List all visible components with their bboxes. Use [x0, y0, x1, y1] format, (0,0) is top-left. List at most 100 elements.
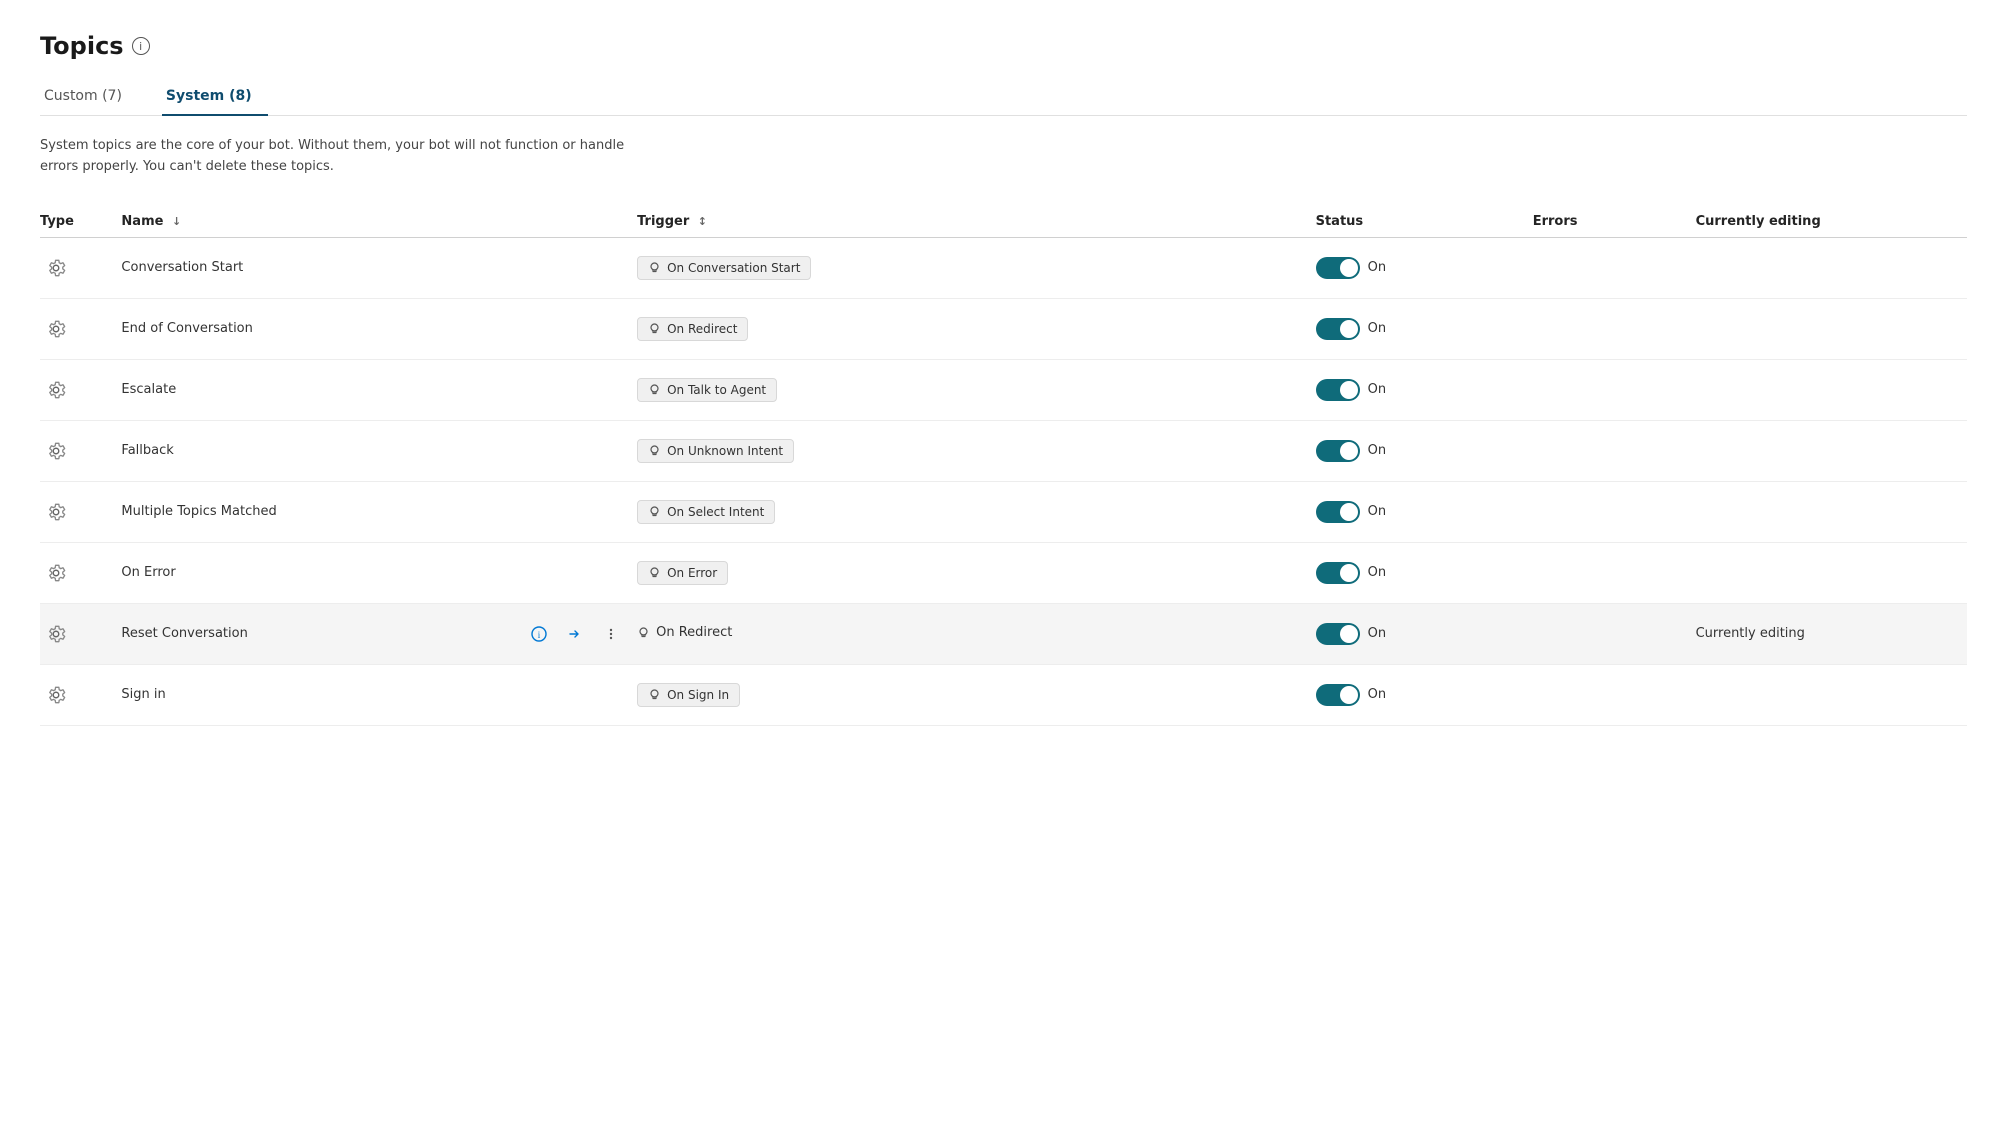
cell-errors: [1533, 237, 1696, 298]
trigger-badge: On Sign In: [637, 683, 740, 707]
status-toggle[interactable]: [1316, 684, 1360, 706]
cell-type: [40, 237, 121, 298]
status-toggle[interactable]: [1316, 623, 1360, 645]
page-title: Topics: [40, 32, 124, 60]
topic-name: Conversation Start: [121, 260, 625, 275]
topic-type-icon: [40, 496, 72, 528]
tab-bar: Custom (7) System (8): [40, 80, 1967, 116]
trigger-plain: On Redirect: [637, 625, 732, 640]
cell-currently-editing: Currently editing: [1696, 603, 1967, 664]
cell-type: [40, 420, 121, 481]
trigger-label: On Talk to Agent: [667, 383, 766, 397]
col-header-type: Type: [40, 206, 121, 238]
status-toggle[interactable]: [1316, 379, 1360, 401]
status-toggle-wrap: On: [1316, 440, 1521, 462]
status-label: On: [1368, 687, 1386, 702]
status-toggle[interactable]: [1316, 257, 1360, 279]
cell-name: Sign in: [121, 664, 637, 725]
trigger-label: On Error: [667, 566, 717, 580]
tab-system[interactable]: System (8): [162, 80, 268, 116]
status-toggle-wrap: On: [1316, 501, 1521, 523]
trigger-bulb-icon: [648, 383, 661, 396]
cell-errors: [1533, 603, 1696, 664]
topic-name: Fallback: [121, 443, 625, 458]
status-label: On: [1368, 443, 1386, 458]
cell-type: [40, 664, 121, 725]
cell-status: On: [1316, 359, 1533, 420]
topic-type-icon: [40, 252, 72, 284]
table-row: Conversation Start On Conversation Start…: [40, 237, 1967, 298]
cell-trigger: On Redirect: [637, 298, 1316, 359]
svg-text:i: i: [538, 630, 541, 640]
cell-errors: [1533, 359, 1696, 420]
trigger-bulb-icon: [648, 688, 661, 701]
trigger-badge: On Talk to Agent: [637, 378, 777, 402]
table-row: Fallback On Unknown Intent On: [40, 420, 1967, 481]
status-toggle[interactable]: [1316, 562, 1360, 584]
table-row: Reset Conversation i On Redirect On Curr…: [40, 603, 1967, 664]
status-toggle[interactable]: [1316, 501, 1360, 523]
status-toggle-wrap: On: [1316, 257, 1521, 279]
trigger-sort-icon: ↕: [698, 215, 707, 228]
topic-type-icon: [40, 557, 72, 589]
cell-trigger: On Error: [637, 542, 1316, 603]
status-toggle[interactable]: [1316, 440, 1360, 462]
trigger-badge: On Conversation Start: [637, 256, 811, 280]
table-row: Multiple Topics Matched On Select Intent…: [40, 481, 1967, 542]
col-header-name[interactable]: Name ↓: [121, 206, 637, 238]
trigger-bulb-icon: [648, 322, 661, 335]
topics-table: Type Name ↓ Trigger ↕ Status Errors Curr…: [40, 206, 1967, 726]
cell-name: Fallback: [121, 420, 637, 481]
cell-currently-editing: [1696, 359, 1967, 420]
cell-errors: [1533, 420, 1696, 481]
cell-type: [40, 298, 121, 359]
info-action-icon[interactable]: i: [525, 620, 553, 648]
trigger-label: On Select Intent: [667, 505, 764, 519]
trigger-badge: On Redirect: [637, 317, 748, 341]
cell-trigger: On Sign In: [637, 664, 1316, 725]
row-actions: i: [525, 620, 625, 648]
col-header-status: Status: [1316, 206, 1533, 238]
trigger-bulb-icon: [648, 505, 661, 518]
cell-currently-editing: [1696, 664, 1967, 725]
page-info-icon[interactable]: i: [132, 37, 150, 55]
cell-name: Reset Conversation i: [121, 603, 637, 664]
cell-errors: [1533, 481, 1696, 542]
topic-name: Reset Conversation: [121, 626, 513, 641]
status-label: On: [1368, 626, 1386, 641]
cell-currently-editing: [1696, 481, 1967, 542]
table-row: On Error On Error On: [40, 542, 1967, 603]
col-header-trigger[interactable]: Trigger ↕: [637, 206, 1316, 238]
cell-status: On: [1316, 603, 1533, 664]
cell-type: [40, 542, 121, 603]
tab-custom[interactable]: Custom (7): [40, 80, 138, 116]
topic-name: On Error: [121, 565, 625, 580]
trigger-bulb-icon: [648, 444, 661, 457]
topic-type-icon: [40, 313, 72, 345]
table-header-row: Type Name ↓ Trigger ↕ Status Errors Curr…: [40, 206, 1967, 238]
status-label: On: [1368, 260, 1386, 275]
status-toggle[interactable]: [1316, 318, 1360, 340]
cell-name: Conversation Start: [121, 237, 637, 298]
cell-status: On: [1316, 420, 1533, 481]
cell-errors: [1533, 664, 1696, 725]
cell-trigger: On Redirect: [637, 603, 1316, 664]
cell-type: [40, 481, 121, 542]
status-label: On: [1368, 504, 1386, 519]
cell-trigger: On Conversation Start: [637, 237, 1316, 298]
cell-status: On: [1316, 298, 1533, 359]
table-row: End of Conversation On Redirect On: [40, 298, 1967, 359]
topic-type-icon: [40, 374, 72, 406]
trigger-bulb-icon: [648, 566, 661, 579]
more-action-icon[interactable]: [597, 620, 625, 648]
status-toggle-wrap: On: [1316, 562, 1521, 584]
cell-name: End of Conversation: [121, 298, 637, 359]
col-header-errors: Errors: [1533, 206, 1696, 238]
topic-name: Multiple Topics Matched: [121, 504, 625, 519]
col-header-currently-editing: Currently editing: [1696, 206, 1967, 238]
trigger-label: On Redirect: [667, 322, 737, 336]
table-row: Sign in On Sign In On: [40, 664, 1967, 725]
redirect-action-icon[interactable]: [561, 620, 589, 648]
status-toggle-wrap: On: [1316, 379, 1521, 401]
topic-type-icon: [40, 679, 72, 711]
